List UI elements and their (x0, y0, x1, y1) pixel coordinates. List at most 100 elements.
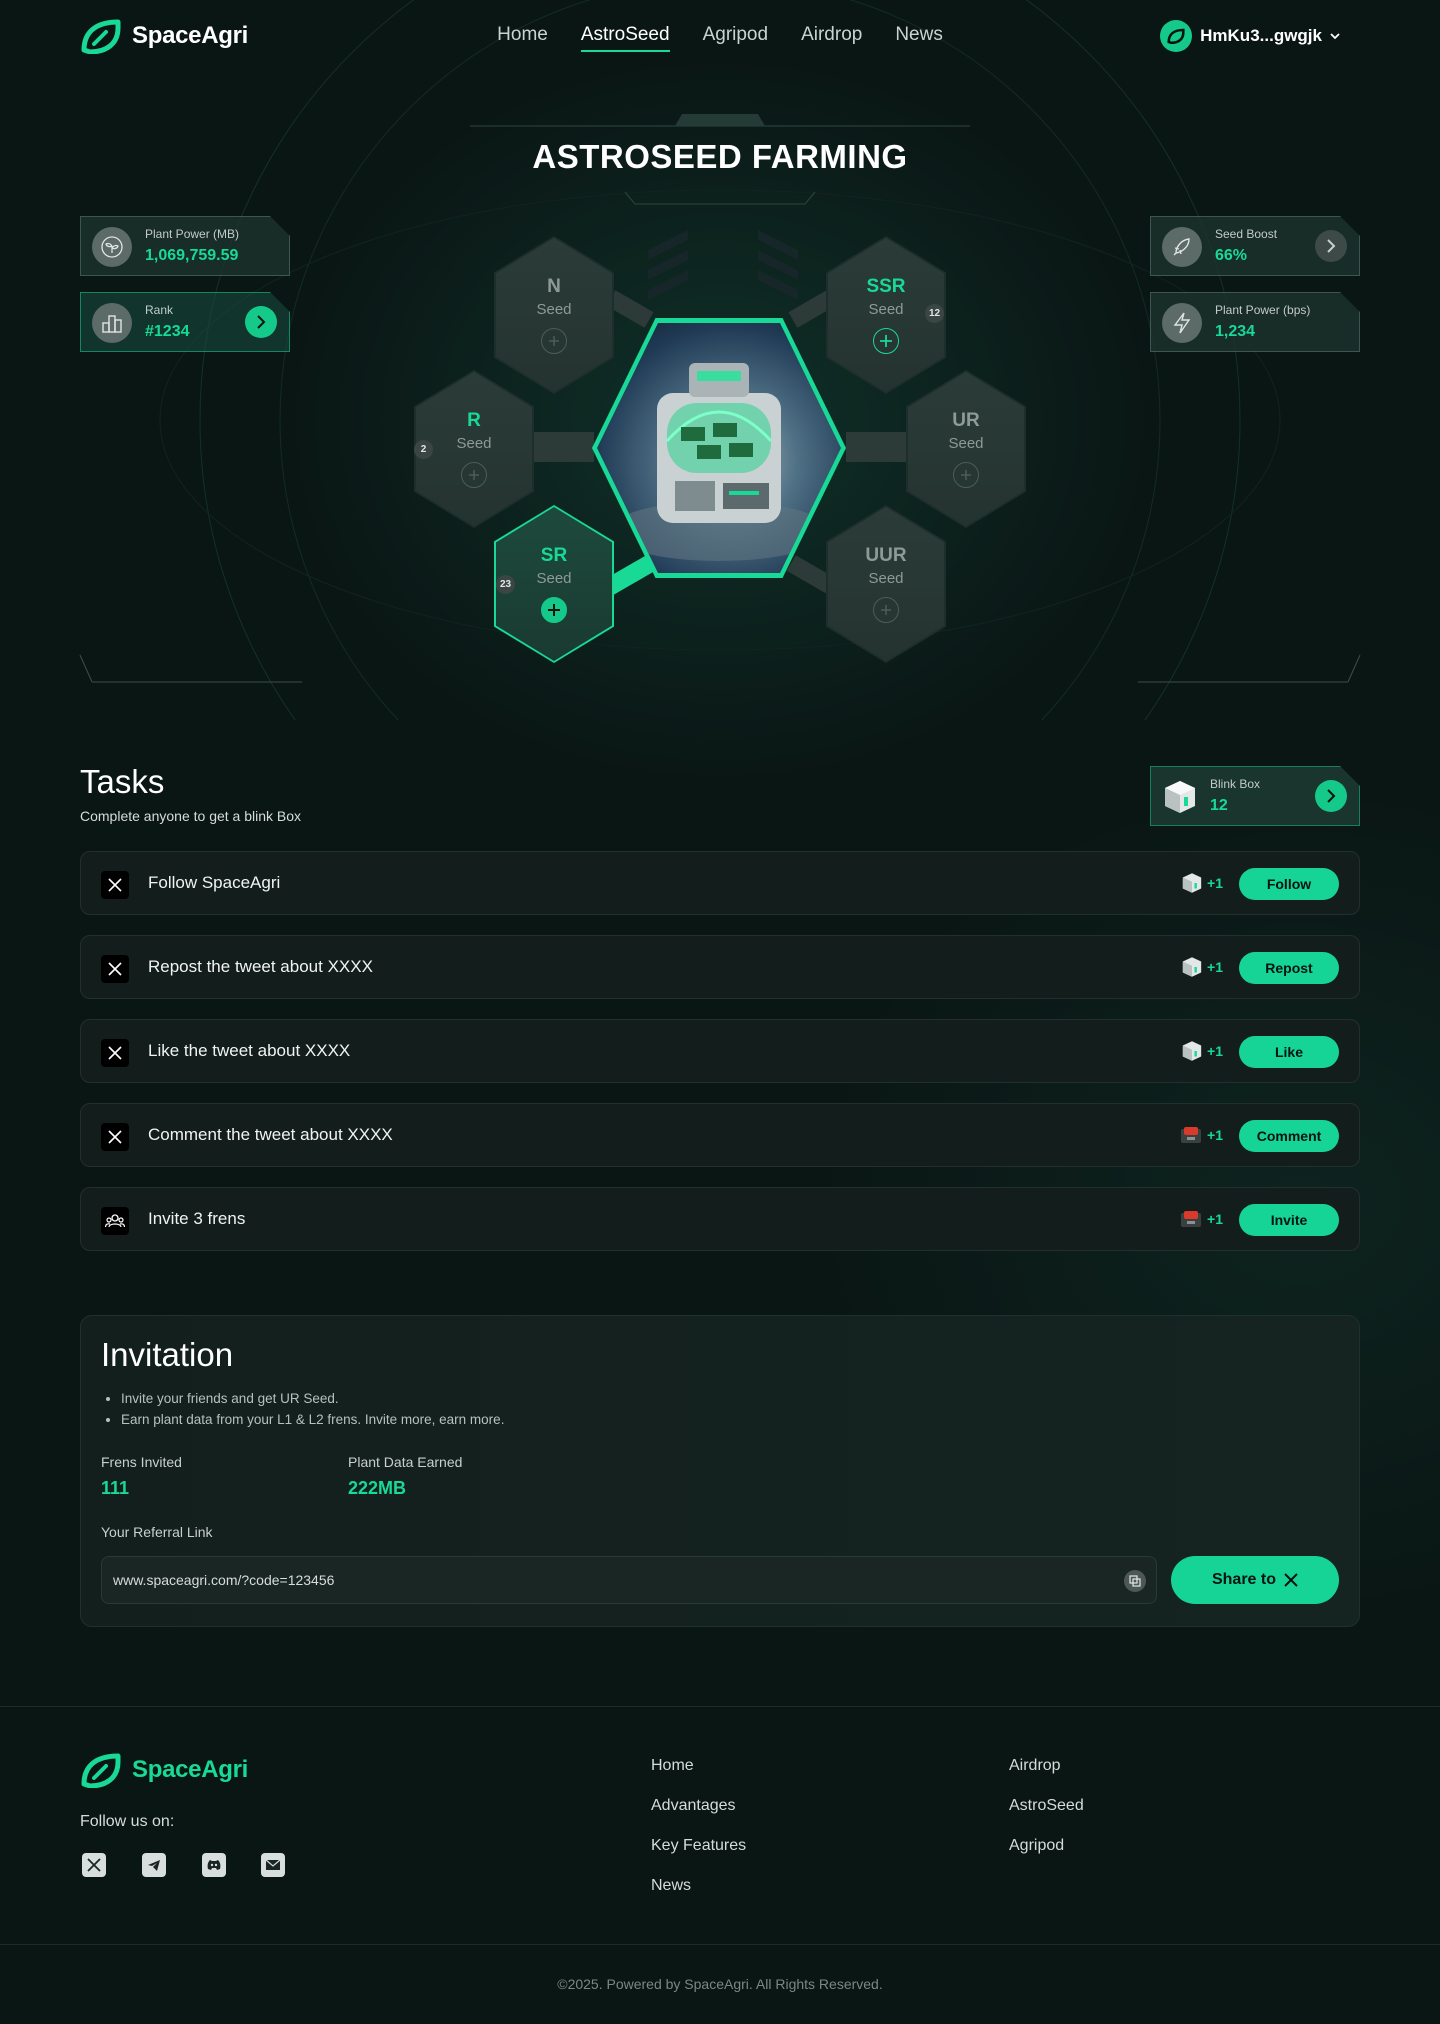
task-reward: +1 (1179, 1208, 1223, 1230)
plant-data-value: 222MB (348, 1478, 407, 1498)
blink-box-icon (1182, 873, 1202, 893)
seed-grade: R (467, 410, 481, 431)
top-header: SpaceAgri Home AstroSeed Agripod Airdrop… (0, 0, 1440, 72)
footer-brand-logo[interactable]: SpaceAgri (80, 1752, 248, 1788)
share-label: Share to (1211, 1571, 1276, 1588)
footer-link-key-features[interactable]: Key Features (651, 1837, 746, 1855)
rank-open-button[interactable] (245, 306, 277, 338)
referral-link-label: Your Referral Link (101, 1524, 213, 1540)
plus-icon[interactable] (873, 328, 899, 354)
plant-power-bps-label: Plant Power (bps) (1215, 303, 1311, 317)
plant-power-mb-label: Plant Power (MB) (145, 227, 240, 241)
people-icon (101, 1207, 129, 1235)
blink-box-icon (1163, 779, 1197, 815)
plus-icon (541, 328, 567, 354)
task-label: Follow SpaceAgri (148, 873, 281, 892)
seed-count-badge-sr: 23 (496, 575, 515, 594)
blink-box-open-button[interactable] (1315, 780, 1347, 812)
tasks-title: Tasks (80, 763, 165, 800)
rank-card: Rank #1234 (80, 292, 290, 352)
follow-button[interactable]: Follow (1239, 868, 1339, 900)
invite-button[interactable]: Invite (1239, 1204, 1339, 1236)
podium-icon (92, 303, 132, 343)
plant-data-label: Plant Data Earned (348, 1454, 463, 1470)
plus-icon[interactable] (461, 462, 487, 488)
blink-box-card: Blink Box 12 (1150, 766, 1360, 826)
lightning-icon (1162, 303, 1202, 343)
copy-icon[interactable] (1124, 1570, 1146, 1592)
task-reward-value: +1 (1207, 875, 1223, 891)
seed-grade: UUR (865, 545, 907, 566)
task-row: Invite 3 frens +1 Invite (80, 1187, 1360, 1251)
seed-grade: N (547, 276, 561, 297)
footer-link-airdrop[interactable]: Airdrop (1009, 1757, 1061, 1775)
chevron-right-icon (1326, 239, 1336, 253)
comment-button[interactable]: Comment (1239, 1120, 1339, 1152)
copyright-text: ©2025. Powered by SpaceAgri. All Rights … (557, 1976, 883, 1992)
x-logo-icon (101, 871, 129, 899)
task-label: Repost the tweet about XXXX (148, 957, 373, 976)
referral-link-field[interactable]: www.spaceagri.com/?code=123456 (101, 1556, 1157, 1604)
footer-bottom-divider (0, 1944, 1440, 1945)
task-label: Invite 3 frens (148, 1209, 246, 1228)
invitation-bullets: Invite your friends and get UR Seed. Ear… (101, 1388, 504, 1430)
plus-icon[interactable] (541, 597, 567, 623)
footer-link-agripod[interactable]: Agripod (1009, 1837, 1064, 1855)
rank-label: Rank (145, 303, 174, 317)
nav-news[interactable]: News (895, 24, 943, 52)
seed-label: Seed (456, 435, 492, 452)
red-box-icon (1181, 1127, 1202, 1143)
footer-link-home[interactable]: Home (651, 1757, 694, 1775)
task-reward-value: +1 (1207, 959, 1223, 975)
frens-invited-label: Frens Invited (101, 1454, 182, 1470)
plus-icon (953, 462, 979, 488)
plant-power-bps-card: Plant Power (bps) 1,234 (1150, 292, 1360, 352)
invitation-bullet: Invite your friends and get UR Seed. (121, 1388, 504, 1409)
footer-link-advantages[interactable]: Advantages (651, 1797, 736, 1815)
nav-airdrop[interactable]: Airdrop (801, 24, 862, 52)
frens-invited-value: 111 (101, 1478, 130, 1498)
task-reward-value: +1 (1207, 1043, 1223, 1059)
connector-r (530, 432, 594, 462)
task-reward-value: +1 (1207, 1127, 1223, 1143)
plus-icon (873, 597, 899, 623)
task-label: Like the tweet about XXXX (148, 1041, 351, 1060)
telegram-icon[interactable] (142, 1853, 166, 1877)
blink-box-label: Blink Box (1210, 777, 1261, 791)
task-label: Comment the tweet about XXXX (148, 1125, 393, 1144)
rank-value: #1234 (145, 323, 190, 340)
chevron-down-icon (1330, 33, 1340, 40)
nav-agripod[interactable]: Agripod (703, 24, 769, 52)
decor-slats (648, 230, 798, 300)
nav-astroseed[interactable]: AstroSeed (580, 24, 670, 52)
task-reward: +1 (1181, 1040, 1223, 1062)
plant-power-bps-value: 1,234 (1215, 323, 1256, 340)
referral-link-text: www.spaceagri.com/?code=123456 (113, 1572, 335, 1588)
invitation-card: Invitation Invite your friends and get U… (80, 1315, 1360, 1627)
repost-button[interactable]: Repost (1239, 952, 1339, 984)
nav-home[interactable]: Home (497, 24, 548, 52)
task-row: Like the tweet about XXXX +1 Like (80, 1019, 1360, 1083)
footer-link-news[interactable]: News (651, 1877, 691, 1895)
wallet-menu[interactable]: HmKu3...gwgjk (1160, 20, 1340, 52)
like-button[interactable]: Like (1239, 1036, 1339, 1068)
x-logo-icon (101, 1123, 129, 1151)
task-reward: +1 (1179, 1124, 1223, 1146)
footer-brand-name: SpaceAgri (132, 1756, 249, 1783)
discord-icon[interactable] (202, 1853, 226, 1877)
seed-grade: SSR (866, 276, 906, 297)
footer-link-astroseed[interactable]: AstroSeed (1009, 1797, 1084, 1815)
leaf-logo-icon (1160, 20, 1193, 52)
plant-power-mb-value: 1,069,759.59 (145, 247, 239, 264)
x-icon[interactable] (82, 1853, 106, 1877)
task-row: Follow SpaceAgri +1 Follow (80, 851, 1360, 915)
farming-title: ASTROSEED FARMING (532, 138, 908, 175)
mail-icon[interactable] (261, 1853, 285, 1877)
blink-box-icon (1182, 957, 1202, 977)
tasks-subtitle: Complete anyone to get a blink Box (80, 808, 302, 824)
chevron-right-icon (256, 315, 266, 329)
share-to-x-button[interactable]: Share to (1171, 1556, 1339, 1604)
seed-boost-open-button[interactable] (1315, 230, 1347, 262)
seedling-icon (92, 227, 132, 267)
x-logo-icon (1284, 1573, 1298, 1587)
